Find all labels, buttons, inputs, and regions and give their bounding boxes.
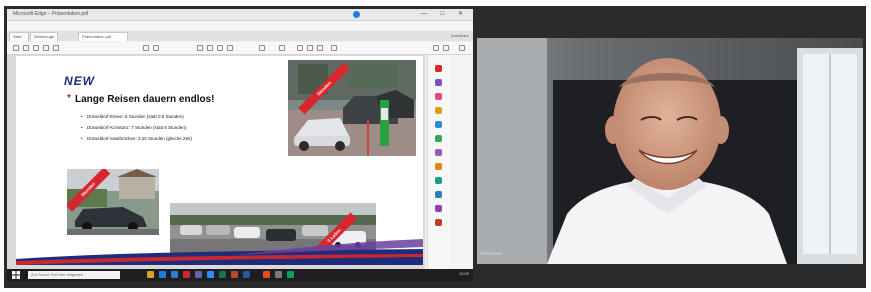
photo-parked-car: Stunden (67, 169, 159, 235)
tool-rail-icon[interactable] (435, 93, 442, 100)
mail-icon[interactable] (43, 45, 49, 51)
settings-icon[interactable] (443, 45, 449, 51)
highlight-icon[interactable] (307, 45, 313, 51)
document-viewport[interactable]: NEW * Lange Reisen dauern endlos! Düssel… (7, 55, 425, 269)
participant-video (477, 38, 863, 264)
print-icon[interactable] (33, 45, 39, 51)
share-icon[interactable] (331, 45, 337, 51)
windows-taskbar: Zur Suche Text hier eingeben 12:00 (7, 269, 473, 281)
edge-taskbar-icon[interactable] (159, 271, 166, 278)
window-title: Microsoft Edge – Präsentation.pdf (13, 11, 89, 17)
shared-screen: Microsoft Edge – Präsentation.pdf — □ ✕ … (7, 9, 473, 281)
bullet-item: Düsseldorf-Konstanz: 7 Stunden (statt 6 … (81, 125, 186, 130)
tab-tools[interactable]: Werkzeuge (30, 32, 58, 41)
page-up-icon[interactable] (143, 45, 149, 51)
slide-footer-wave (16, 239, 423, 265)
acrobat-icon[interactable] (183, 271, 190, 278)
tool-rail-icon[interactable] (435, 205, 442, 212)
home-icon[interactable] (13, 45, 19, 51)
bullet-item: Düsseldorf-Essen: 6 Stunden (statt 0,5 S… (81, 114, 184, 119)
tool-rail-icon[interactable] (435, 135, 442, 142)
teams-icon[interactable] (195, 271, 202, 278)
photo-charging-station: Stunden (288, 60, 416, 156)
page-down-icon[interactable] (153, 45, 159, 51)
file-explorer-icon[interactable] (147, 271, 154, 278)
tool-rail-icon[interactable] (435, 121, 442, 128)
comment-icon[interactable] (279, 45, 285, 51)
powerpoint-icon[interactable] (231, 271, 238, 278)
scroll-panel[interactable] (451, 55, 473, 269)
presentation-slide: NEW * Lange Reisen dauern endlos! Düssel… (16, 56, 423, 265)
outlook-icon[interactable] (171, 271, 178, 278)
headline-bullet: * (67, 93, 71, 104)
taskbar-clock: 12:00 (458, 271, 469, 276)
tool-rail-icon[interactable] (435, 191, 442, 198)
zoom-icon[interactable] (207, 271, 214, 278)
tool-rail-icon[interactable] (435, 65, 442, 72)
zoom-out-icon[interactable] (217, 45, 223, 51)
edge-icon (353, 11, 360, 18)
window-titlebar: Microsoft Edge – Präsentation.pdf — □ ✕ (7, 9, 473, 21)
excel-icon[interactable] (219, 271, 226, 278)
tab-start[interactable]: Start (9, 32, 29, 41)
participant-name-label: Teilnehmer (480, 251, 503, 256)
zoom-in-icon[interactable] (227, 45, 233, 51)
app-icon[interactable] (263, 271, 270, 278)
tool-rail-icon[interactable] (435, 163, 442, 170)
save-icon[interactable] (23, 45, 29, 51)
tab-strip: Start Werkzeuge Präsentation.pdf Anmelde… (7, 31, 473, 41)
new-badge: NEW (64, 74, 95, 88)
windows-start-icon[interactable] (12, 271, 20, 279)
tool-rail-icon[interactable] (435, 219, 442, 226)
taskbar-search-input[interactable]: Zur Suche Text hier eingeben (28, 271, 120, 279)
participant-video-image (477, 38, 863, 264)
sign-in-link[interactable]: Anmelden (451, 33, 469, 38)
search-icon[interactable] (53, 45, 59, 51)
fit-icon[interactable] (259, 45, 265, 51)
tool-rail-icon[interactable] (435, 149, 442, 156)
pen-icon[interactable] (297, 45, 303, 51)
sign-icon[interactable] (317, 45, 323, 51)
app-icon[interactable] (287, 271, 294, 278)
toolbar (7, 42, 473, 55)
slide-headline: Lange Reisen dauern endlos! (75, 94, 215, 105)
tool-rail-icon[interactable] (435, 177, 442, 184)
more-icon[interactable] (459, 45, 465, 51)
menu-bar: Datei Bearbeiten Anzeigen Fenster Hilfe (7, 21, 473, 35)
bookmark-icon[interactable] (433, 45, 439, 51)
app-icon[interactable] (275, 271, 282, 278)
window-controls[interactable]: — □ ✕ (421, 10, 469, 17)
tool-rail-icon[interactable] (435, 79, 442, 86)
hand-icon[interactable] (207, 45, 213, 51)
tab-document[interactable]: Präsentation.pdf (78, 32, 128, 41)
word-icon[interactable] (243, 271, 250, 278)
bullet-item: Düsseldorf-Saarbrücken: 3,25 Stunden (gl… (81, 136, 192, 141)
select-icon[interactable] (197, 45, 203, 51)
tools-rail (427, 55, 450, 269)
tool-rail-icon[interactable] (435, 107, 442, 114)
